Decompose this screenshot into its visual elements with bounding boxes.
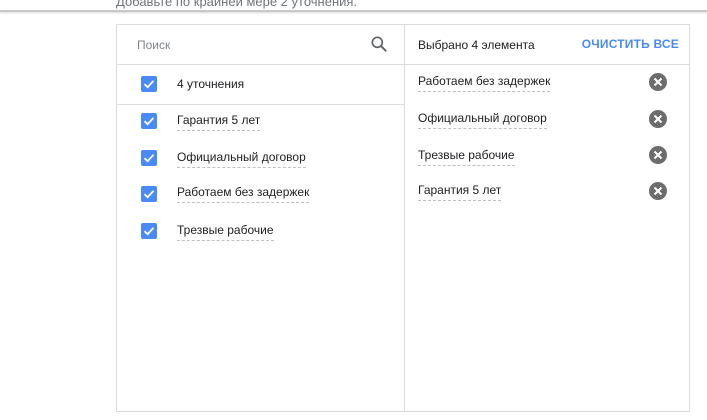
selected-item-label: Официальный договор (418, 111, 547, 129)
close-circle-icon[interactable] (649, 73, 667, 91)
search-row (117, 25, 404, 65)
select-all-label: 4 уточнения (177, 77, 245, 91)
selected-item-label: Работаем без задержек (418, 74, 551, 92)
select-all-row[interactable]: 4 уточнения (117, 65, 404, 105)
search-input[interactable] (137, 35, 357, 55)
search-icon[interactable] (369, 34, 389, 54)
panel-footer-divider (116, 411, 690, 420)
close-circle-icon[interactable] (649, 146, 667, 164)
selected-count: Выбрано 4 элемента (418, 38, 535, 52)
option-label: Работаем без задержек (177, 185, 310, 203)
checkmark-icon (143, 117, 155, 126)
option-label: Официальный договор (177, 150, 306, 168)
option-checkbox[interactable] (141, 186, 157, 202)
option-label: Трезвые рабочие (177, 223, 274, 241)
hint-text: Добавьте по крайней мере 2 уточнения. (116, 0, 358, 9)
option-checkbox[interactable] (141, 150, 157, 166)
selected-items-column: Выбрано 4 элемента ОЧИСТИТЬ ВСЕ Работаем… (405, 25, 689, 412)
selected-item-label: Гарантия 5 лет (418, 183, 502, 201)
checkmark-icon (143, 80, 155, 89)
top-divider: Добавьте по крайней мере 2 уточнения. (0, 0, 707, 12)
select-all-checkbox[interactable] (141, 76, 157, 92)
refinement-picker: 4 уточнения Гарантия 5 лет Официальный д… (116, 24, 690, 412)
option-checkbox[interactable] (141, 113, 157, 129)
option-label: Гарантия 5 лет (177, 113, 261, 131)
clear-all-button[interactable]: ОЧИСТИТЬ ВСЕ (582, 37, 679, 51)
checkmark-icon (143, 154, 155, 163)
available-options-column: 4 уточнения Гарантия 5 лет Официальный д… (117, 25, 405, 412)
option-checkbox[interactable] (141, 223, 157, 239)
selected-header: Выбрано 4 элемента ОЧИСТИТЬ ВСЕ (405, 25, 689, 65)
checkmark-icon (143, 227, 155, 236)
close-circle-icon[interactable] (649, 110, 667, 128)
checkmark-icon (143, 190, 155, 199)
selected-item-label: Трезвые рабочие (418, 148, 515, 166)
close-circle-icon[interactable] (649, 182, 667, 200)
